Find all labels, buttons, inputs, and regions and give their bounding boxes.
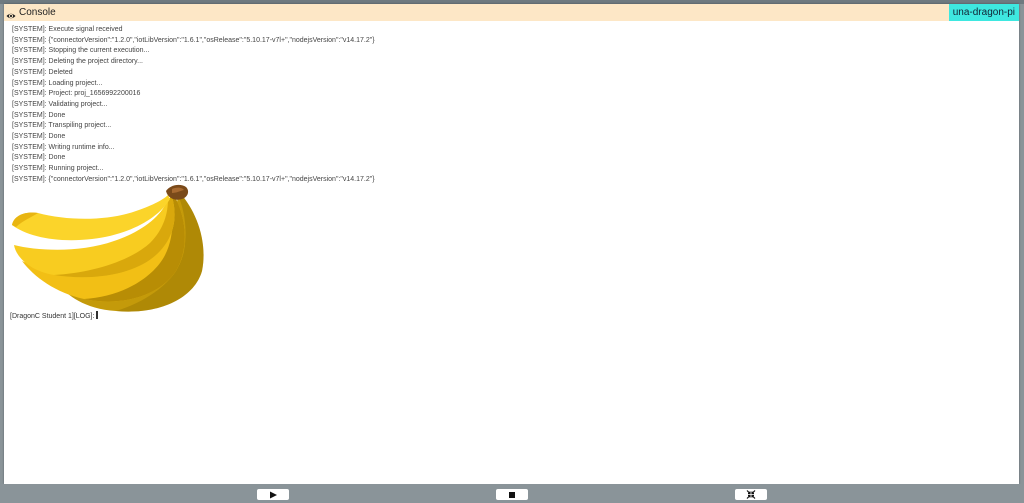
collapse-arrows-icon: [746, 490, 756, 499]
log-line: [SYSTEM]: Validating project...: [12, 100, 108, 108]
console-prompt[interactable]: [DragonC Student 1][LOG]:: [10, 311, 99, 320]
log-line: [SYSTEM]: Running project...: [12, 165, 104, 173]
play-icon: [270, 491, 277, 498]
eye-icon[interactable]: [6, 8, 16, 18]
control-bar: [0, 484, 1024, 503]
stop-button[interactable]: [496, 489, 528, 500]
log-line: [SYSTEM]: {"connectorVersion":"1.2.0","i…: [12, 36, 375, 44]
log-line: [SYSTEM]: Deleted: [12, 68, 73, 76]
collapse-button[interactable]: [735, 489, 767, 500]
log-line: [SYSTEM]: Writing runtime info...: [12, 143, 115, 151]
log-line: [SYSTEM]: Done: [12, 111, 66, 119]
console-panel: Console una-dragon-pi [SYSTEM]: Execute …: [4, 4, 1019, 484]
log-line: [SYSTEM]: Stopping the current execution…: [12, 47, 150, 55]
log-line: [SYSTEM]: Done: [12, 133, 66, 141]
log-line: [SYSTEM]: Transpiling project...: [12, 122, 112, 130]
log-line: [SYSTEM]: Project: proj_1656992200016: [12, 90, 141, 98]
device-badge[interactable]: una-dragon-pi: [948, 4, 1019, 21]
prompt-label: [DragonC Student 1][LOG]:: [10, 313, 95, 320]
text-cursor: [96, 311, 99, 319]
play-button[interactable]: [257, 489, 289, 500]
console-header: Console una-dragon-pi: [4, 4, 1019, 21]
log-line: [SYSTEM]: Loading project...: [12, 79, 103, 87]
log-output: [SYSTEM]: Execute signal received [SYSTEM…: [12, 25, 375, 186]
log-line: [SYSTEM]: Done: [12, 154, 66, 162]
log-line: [SYSTEM]: Deleting the project directory…: [12, 58, 143, 66]
stop-icon: [509, 491, 515, 498]
log-line: [SYSTEM]: Execute signal received: [12, 26, 123, 33]
banana-image: [12, 184, 204, 312]
console-title: Console: [19, 7, 56, 18]
